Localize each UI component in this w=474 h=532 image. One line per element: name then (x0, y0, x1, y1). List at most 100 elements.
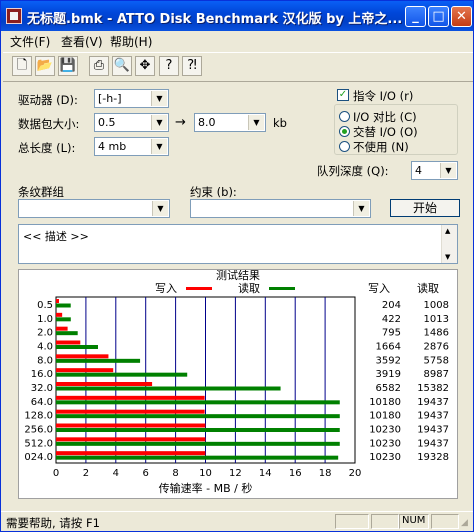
y-tick-label: 16.0 (31, 369, 53, 380)
constraint-select[interactable]: ▼ (190, 199, 371, 218)
new-document-icon[interactable]: 🗋 (12, 56, 32, 76)
chevron-down-icon[interactable]: ▼ (151, 115, 167, 130)
write-value-label: 10180 (369, 411, 401, 422)
status-panel-2 (371, 514, 399, 529)
scroll-down-icon[interactable]: ▼ (445, 253, 450, 261)
chevron-down-icon[interactable]: ▼ (248, 115, 264, 130)
status-panel-1 (335, 514, 369, 529)
bar-read (56, 345, 98, 349)
neither-label: 不使用 (N) (353, 140, 409, 154)
bar-read (56, 414, 340, 419)
menu-help[interactable]: 帮助(H) (110, 33, 152, 50)
menu-view[interactable]: 查看(V) (61, 33, 103, 50)
chevron-down-icon[interactable]: ▼ (152, 201, 168, 216)
chevron-down-icon[interactable]: ▼ (440, 163, 456, 178)
read-value-label: 2876 (424, 341, 449, 352)
total-length-value: 4 mb (98, 140, 127, 153)
bar-read (56, 386, 281, 391)
read-value-label: 8987 (424, 369, 449, 380)
bar-write (56, 409, 205, 414)
bar-read (56, 400, 340, 405)
x-tick-label: 14 (259, 468, 272, 479)
print-preview-icon[interactable]: 🔍 (112, 56, 132, 76)
queue-depth-label: 队列深度 (Q): (317, 164, 389, 178)
chevron-down-icon[interactable]: ▼ (353, 201, 369, 216)
bar-read (56, 358, 141, 363)
x-tick-label: 18 (319, 468, 332, 479)
y-tick-label: 4.0 (37, 341, 53, 352)
transfer-size-label: 数据包大小: (18, 117, 80, 131)
y-tick-label: 512.0 (24, 438, 53, 449)
print-icon[interactable]: ⎙ (89, 56, 109, 76)
read-column-header: 读取 (417, 281, 439, 295)
move-arrows-icon[interactable]: ✥ (135, 56, 155, 76)
io-compare-radio[interactable] (339, 111, 350, 122)
results-chart: 测试结果写入 读取 写入 读取 0 2 4 6 8 10 12 14 16 18 20 传输速率 - MB /… (24, 269, 449, 495)
close-button[interactable]: ✕ (451, 6, 472, 27)
status-num-panel: NUM (399, 514, 429, 529)
save-disk-icon[interactable]: 💾 (58, 56, 78, 76)
maximize-button[interactable]: □ (428, 6, 449, 27)
drive-value: [-h-] (98, 92, 122, 105)
drive-select[interactable]: [-h-] ▼ (94, 89, 169, 108)
status-text: 需要帮助, 请按 F1 (6, 516, 100, 530)
chevron-down-icon[interactable]: ▼ (151, 139, 167, 154)
constraint-label: 约束 (b): (190, 185, 237, 199)
x-tick-label: 2 (83, 468, 89, 479)
y-tick-label: 256.0 (24, 424, 53, 435)
read-value-label: 1008 (424, 300, 449, 311)
io-compare-label: I/O 对比 (C) (353, 110, 417, 124)
chevron-down-icon[interactable]: ▼ (151, 91, 167, 106)
x-tick-label: 10 (199, 468, 212, 479)
bar-write (56, 395, 205, 400)
stripe-group-select[interactable]: ▼ (18, 199, 170, 218)
stripe-group-label: 条纹群组 (18, 185, 64, 199)
read-value-label: 1486 (424, 328, 449, 339)
read-value-label: 19437 (417, 438, 449, 449)
bar-read (56, 372, 188, 377)
queue-depth-value: 4 (415, 164, 422, 177)
y-tick-label: 1.0 (37, 314, 53, 325)
app-window: 无标题.bmk - ATTO Disk Benchmark 汉化版 by 上帝之… (0, 0, 474, 532)
description-box[interactable]: << 描述 >> ▲ ▼ (18, 224, 458, 264)
total-length-select[interactable]: 4 mb ▼ (94, 137, 169, 156)
context-help-icon[interactable]: ⁈ (182, 56, 202, 76)
read-value-label: 19328 (417, 452, 449, 463)
bar-write (56, 326, 68, 331)
queue-depth-select[interactable]: 4 ▼ (411, 161, 458, 180)
bar-write (56, 354, 109, 359)
start-button[interactable]: 开始 (390, 199, 460, 217)
bar-write (56, 423, 206, 428)
scroll-up-icon[interactable]: ▲ (445, 227, 450, 235)
app-icon[interactable] (6, 8, 22, 24)
transfer-from-select[interactable]: 0.5 ▼ (94, 113, 169, 132)
description-scrollbar[interactable]: ▲ ▼ (441, 225, 457, 263)
write-value-label: 795 (382, 328, 401, 339)
y-tick-label: 024.0 (24, 452, 53, 463)
bar-write (56, 382, 153, 386)
resize-grip-icon[interactable]: ◢ (461, 518, 468, 528)
write-value-label: 6582 (376, 383, 401, 394)
transfer-arrow: → (175, 115, 186, 130)
write-value-label: 10230 (369, 424, 401, 435)
write-column-header: 写入 (368, 282, 390, 295)
menu-file[interactable]: 文件(F) (10, 33, 50, 50)
x-tick-label: 16 (289, 468, 302, 479)
transfer-to-select[interactable]: 8.0 ▼ (194, 113, 266, 132)
direct-io-checkbox[interactable]: ✓ (337, 89, 349, 101)
transfer-to-value: 8.0 (198, 116, 216, 129)
read-value-label: 19437 (417, 397, 449, 408)
minimize-button[interactable]: _ (405, 6, 426, 27)
write-value-label: 422 (382, 314, 401, 325)
overlapped-io-radio[interactable] (339, 126, 350, 137)
title-bar[interactable]: 无标题.bmk - ATTO Disk Benchmark 汉化版 by 上帝之… (1, 1, 473, 31)
toolbar: 🗋 📂 💾 ⎙ 🔍 ✥ ? ⁈ (3, 52, 473, 82)
neither-radio[interactable] (339, 141, 350, 152)
open-folder-icon[interactable]: 📂 (35, 56, 55, 76)
results-chart-panel: 测试结果 写入 读取 写入 读取 0 2 4 6 8 10 12 14 16 18 20 传输速率 - MB /… (18, 269, 458, 499)
legend-label-read: 读取 (238, 281, 260, 295)
bar-read (56, 331, 78, 336)
help-icon[interactable]: ? (159, 56, 179, 76)
write-value-label: 3592 (376, 355, 401, 366)
y-tick-label: 0.5 (37, 300, 53, 311)
